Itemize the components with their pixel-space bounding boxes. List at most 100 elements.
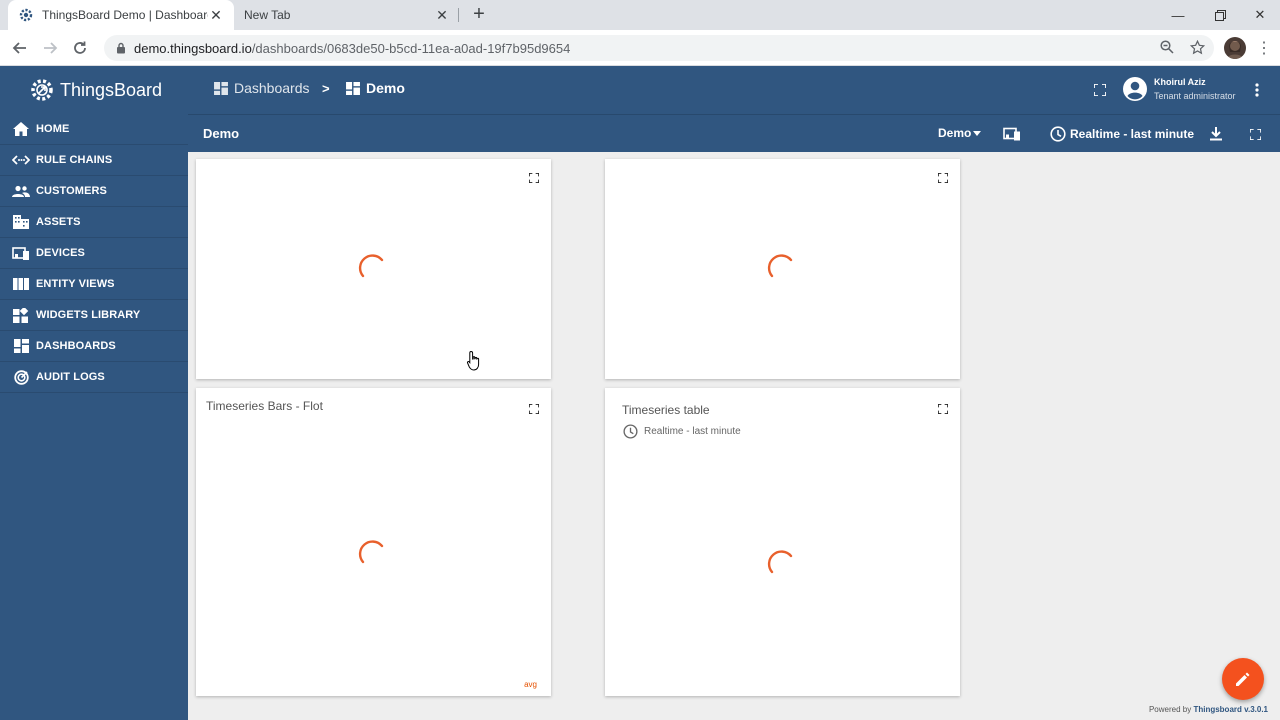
more-vert-icon[interactable] <box>1248 81 1266 99</box>
powered-prefix: Powered by <box>1148 705 1192 714</box>
bookmark-star-icon[interactable] <box>1188 38 1206 56</box>
breadcrumb-separator: > <box>322 81 330 96</box>
sidebar-item-label: DASHBOARDS <box>36 340 116 352</box>
url-host: demo.thingsboard.io <box>134 40 252 56</box>
logo-text: ThingsBoard <box>60 79 163 100</box>
browser-tab-active[interactable]: ThingsBoard Demo | Dashboard ✕ <box>8 0 234 30</box>
building-icon <box>12 214 30 230</box>
powered-by: Powered by Thingsboard v.3.0.1 <box>1149 705 1268 714</box>
close-tab-icon[interactable]: ✕ <box>434 7 450 24</box>
state-selector-label: Demo <box>938 126 972 140</box>
widget-title: Timeseries table <box>622 403 710 417</box>
sidebar-item-dashboards[interactable]: DASHBOARDS <box>0 331 188 362</box>
loading-spinner-icon <box>767 254 793 278</box>
sidebar-item-label: DEVICES <box>36 247 85 259</box>
restore-icon[interactable] <box>1200 0 1240 30</box>
sidebar-item-widgets-library[interactable]: WIDGETS LIBRARY <box>0 300 188 331</box>
sidebar-item-entity-views[interactable]: ENTITY VIEWS <box>0 269 188 300</box>
sidebar-item-label: ENTITY VIEWS <box>36 278 115 290</box>
minimize-icon[interactable]: — <box>1158 0 1198 30</box>
sidebar-menu: HOME RULE CHAINS CUSTOMERS ASSETS DEVICE… <box>0 114 188 393</box>
back-icon[interactable] <box>10 38 30 58</box>
url-path: /dashboards/0683de50-b5cd-11ea-a0ad-19f7… <box>251 40 571 56</box>
hand-cursor-icon <box>466 350 480 371</box>
expand-widget-icon[interactable] <box>936 402 950 416</box>
arrows-icon <box>12 152 30 168</box>
dashboard-icon <box>12 338 30 354</box>
breadcrumb-dashboards[interactable]: Dashboards <box>214 80 310 96</box>
loading-spinner-icon <box>358 254 384 278</box>
forward-icon[interactable] <box>40 38 60 58</box>
profile-avatar[interactable] <box>1224 37 1246 59</box>
widgets-icon <box>12 307 30 323</box>
sidebar-item-customers[interactable]: CUSTOMERS <box>0 176 188 207</box>
browser-address-bar: demo.thingsboard.io/dashboards/0683de50-… <box>0 30 1280 66</box>
fullscreen-icon[interactable] <box>1091 81 1109 99</box>
aggregation-label: avg <box>524 680 537 689</box>
account-circle-icon <box>1123 77 1147 101</box>
sidebar-item-label: HOME <box>36 123 70 135</box>
url-input[interactable]: demo.thingsboard.io/dashboards/0683de50-… <box>104 35 1214 61</box>
close-window-icon[interactable]: ✕ <box>1240 0 1280 30</box>
close-tab-icon[interactable]: ✕ <box>208 7 224 24</box>
widget-1 <box>196 159 551 379</box>
user-menu[interactable]: Khoirul Aziz Tenant administrator <box>1122 76 1236 102</box>
tab-title: New Tab <box>244 8 291 22</box>
breadcrumb-label: Demo <box>366 80 405 96</box>
breadcrumb-demo: Demo <box>346 80 405 96</box>
loading-spinner-icon <box>358 540 384 564</box>
pencil-icon <box>1236 672 1250 686</box>
sidebar-item-devices[interactable]: DEVICES <box>0 238 188 269</box>
widget-2 <box>605 159 960 379</box>
caret-down-icon <box>973 130 982 136</box>
edit-dashboard-button[interactable] <box>1222 658 1264 700</box>
user-role: Tenant administrator <box>1154 91 1236 101</box>
sidebar-item-audit-logs[interactable]: AUDIT LOGS <box>0 362 188 393</box>
sidebar-item-label: ASSETS <box>36 216 81 228</box>
expand-widget-icon[interactable] <box>527 171 541 185</box>
widget-timeseries-bars: Timeseries Bars - Flot avg <box>196 388 551 696</box>
tab-divider <box>458 8 459 22</box>
sidebar-item-label: CUSTOMERS <box>36 185 107 197</box>
home-icon <box>12 121 30 137</box>
widget-timewindow: Realtime - last minute <box>623 424 741 439</box>
app-header: Dashboards > Demo Khoirul Aziz Tenant ad… <box>188 66 1280 114</box>
browser-tab-inactive[interactable]: New Tab ✕ <box>236 0 458 30</box>
devices-icon <box>12 245 30 261</box>
timewindow-label: Realtime - last minute <box>1070 127 1195 141</box>
sidebar-item-home[interactable]: HOME <box>0 114 188 145</box>
browser-menu-icon[interactable]: ⋮ <box>1256 38 1272 58</box>
browser-tab-bar: ThingsBoard Demo | Dashboard ✕ New Tab ✕… <box>0 0 1280 30</box>
dashboard-fullscreen-icon[interactable] <box>1246 125 1264 143</box>
sidebar-item-assets[interactable]: ASSETS <box>0 207 188 238</box>
people-icon <box>12 183 30 199</box>
view-module-icon <box>12 276 30 292</box>
sidebar-item-label: WIDGETS LIBRARY <box>36 309 141 321</box>
sidebar-item-label: RULE CHAINS <box>36 154 113 166</box>
widget-timeseries-table: Timeseries table Realtime - last minute <box>605 388 960 696</box>
new-tab-icon[interactable]: + <box>468 4 490 26</box>
dashboard-title: Demo <box>203 126 240 141</box>
dashboard-icon <box>214 81 228 95</box>
timewindow-button[interactable]: Realtime - last minute <box>1050 126 1194 142</box>
state-selector[interactable]: Demo <box>938 126 982 140</box>
expand-widget-icon[interactable] <box>936 171 950 185</box>
sidebar-item-rule-chains[interactable]: RULE CHAINS <box>0 145 188 176</box>
app-logo[interactable]: ThingsBoard <box>28 74 162 106</box>
lock-icon <box>116 42 126 54</box>
download-icon[interactable] <box>1207 125 1225 143</box>
clock-icon <box>1050 126 1066 142</box>
tab-title: ThingsBoard Demo | Dashboard <box>42 8 208 22</box>
entity-aliases-icon[interactable] <box>1003 125 1021 143</box>
expand-widget-icon[interactable] <box>527 402 541 416</box>
powered-brand-link[interactable]: Thingsboard v.3.0.1 <box>1193 705 1268 714</box>
zoom-icon[interactable] <box>1158 38 1176 56</box>
dashboard-toolbar: Demo Demo Realtime - last minute <box>188 114 1280 152</box>
thingsboard-logo-icon <box>31 79 53 101</box>
user-name: Khoirul Aziz <box>1154 77 1206 87</box>
reload-icon[interactable] <box>70 38 90 58</box>
loading-spinner-icon <box>767 550 793 574</box>
thingsboard-favicon-icon <box>18 7 34 23</box>
track-changes-icon <box>12 369 30 385</box>
widget-timewindow-label: Realtime - last minute <box>644 426 741 437</box>
